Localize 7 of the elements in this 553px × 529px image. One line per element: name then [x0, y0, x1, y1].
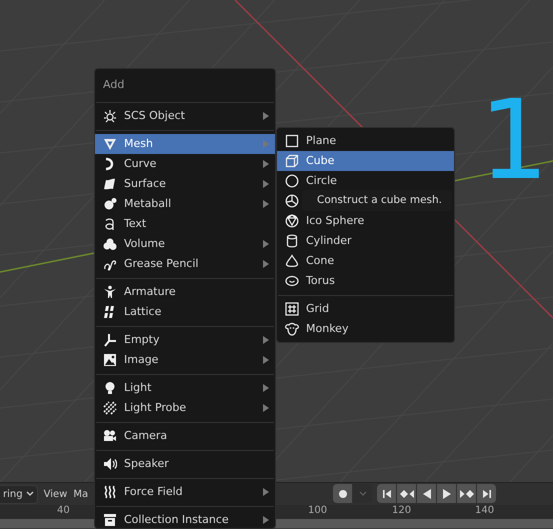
handwritten-annotation: 1 [479, 85, 549, 195]
frame-number: 40 [57, 505, 70, 517]
frame-number: 140 [475, 505, 494, 517]
tooltip: Construct a cube mesh. [302, 190, 452, 211]
frame-number: 120 [392, 505, 412, 517]
menu-title: Add [102, 77, 126, 93]
frame-number: 100 [308, 505, 328, 517]
